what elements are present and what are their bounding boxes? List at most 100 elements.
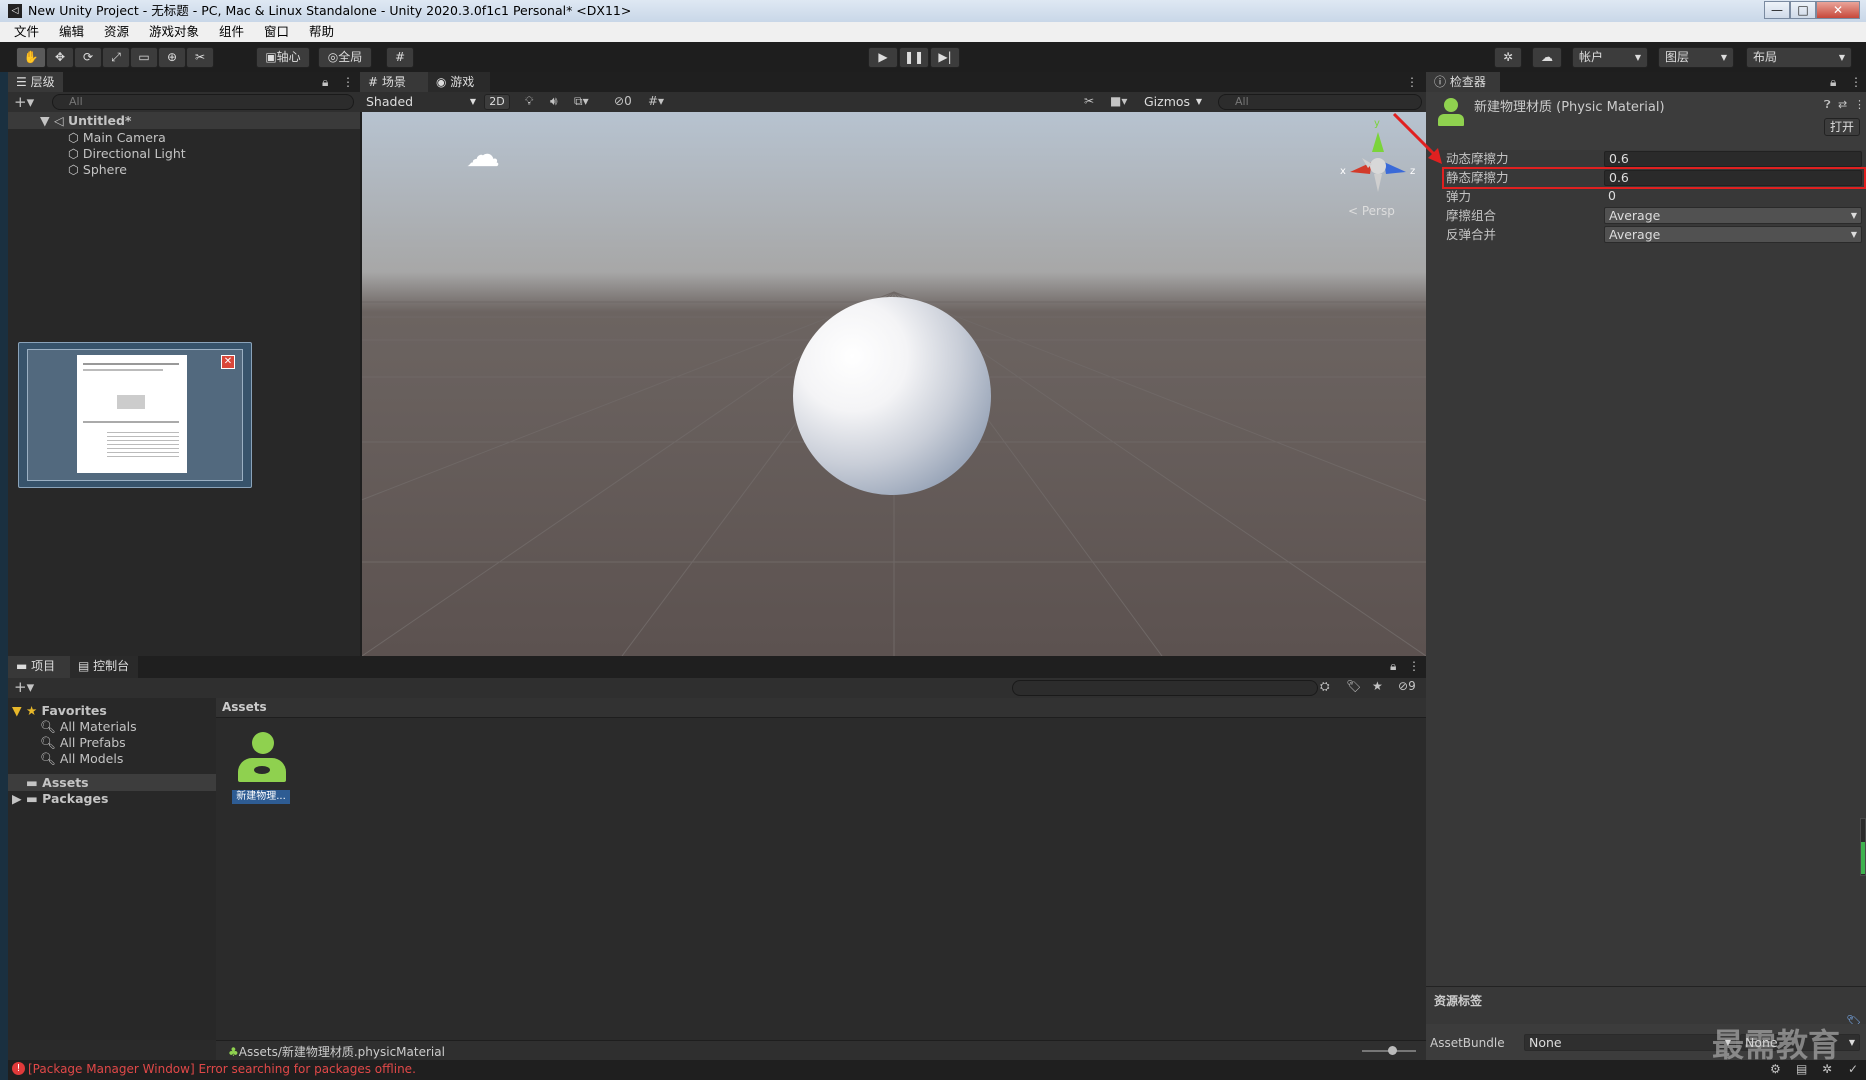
hierarchy-item[interactable]: ⬡ Main Camera <box>68 129 166 146</box>
slider-handle[interactable] <box>1388 1046 1397 1055</box>
kebab-menu-icon[interactable]: ⋮ <box>1850 72 1862 92</box>
inspector-header: 新建物理材质 (Physic Material) ❓︎ ⇄ ⋮ 打开 <box>1426 92 1866 150</box>
layers-dropdown[interactable]: 图层 ▼ <box>1658 47 1734 68</box>
tab-scene[interactable]: # 场景 <box>360 72 428 92</box>
scene-row[interactable]: ▼ ◁ Untitled* <box>8 112 360 129</box>
error-message[interactable]: [Package Manager Window] Error searching… <box>28 1062 416 1076</box>
move-tool-icon[interactable]: ✥ <box>46 47 74 68</box>
help-icon[interactable]: ❓︎ <box>1824 98 1831 112</box>
minimize-button[interactable]: — <box>1764 1 1790 19</box>
check-icon[interactable]: ✓ <box>1848 1062 1858 1076</box>
cloud-icon[interactable]: ☁ <box>1532 47 1562 68</box>
lock-icon[interactable]: 🔒︎ <box>1830 72 1836 92</box>
list-icon: ☰ <box>16 75 31 89</box>
kebab-menu-icon[interactable]: ⋮ <box>1408 656 1420 676</box>
scene-search-input[interactable]: All <box>1218 94 1422 110</box>
preview-line <box>83 421 179 423</box>
menu-help[interactable]: 帮助 <box>309 24 334 39</box>
favorite-star-icon[interactable]: ★ <box>1372 679 1383 693</box>
close-button[interactable]: ✕ <box>1816 1 1860 19</box>
inspector-tabstrip: ⓘ 检查器 🔒︎ ⋮ <box>1426 72 1866 92</box>
menu-gameobject[interactable]: 游戏对象 <box>149 24 199 39</box>
filter-type-icon[interactable]: ⛭ <box>1320 679 1330 694</box>
favorite-item[interactable]: 🔍︎ All Models <box>40 750 123 767</box>
dynamic-friction-field[interactable]: 0.6 <box>1604 151 1862 167</box>
menu-edit[interactable]: 编辑 <box>59 24 84 39</box>
tab-hierarchy[interactable]: ☰ 层级 <box>8 72 63 92</box>
pause-button[interactable]: ❚❚ <box>899 47 929 68</box>
menu-component[interactable]: 组件 <box>219 24 244 39</box>
layout-dropdown[interactable]: 布局 ▼ <box>1746 47 1852 68</box>
close-icon[interactable]: ✕ <box>221 355 235 369</box>
perspective-label[interactable]: < Persp <box>1348 204 1395 218</box>
maximize-button[interactable]: □ <box>1790 1 1816 19</box>
scrollbar-thumb[interactable] <box>1861 842 1865 874</box>
scene-tabstrip: # 场景 ◉ 游戏 ⋮ <box>360 72 1426 92</box>
document-preview <box>77 355 187 473</box>
project-search-input[interactable] <box>1012 680 1318 696</box>
rect-tool-icon[interactable]: ▭ <box>130 47 158 68</box>
hand-tool-icon[interactable]: ✋ <box>16 47 46 68</box>
favorite-item[interactable]: 🔍︎ All Materials <box>40 718 137 735</box>
collab-icon[interactable]: ✲ <box>1494 47 1522 68</box>
static-friction-field[interactable]: 0.6 <box>1604 170 1862 186</box>
menu-assets[interactable]: 资源 <box>104 24 129 39</box>
transform-tool-icon[interactable]: ⊕ <box>158 47 186 68</box>
grid-snap-icon[interactable]: # <box>386 47 414 68</box>
tab-console[interactable]: ▤ 控制台 <box>70 656 138 678</box>
step-button[interactable]: ▶| <box>930 47 960 68</box>
folder-assets[interactable]: ▬ Assets <box>8 774 216 791</box>
hidden-packages-icon[interactable]: ⊘9 <box>1398 679 1416 693</box>
hierarchy-search-input[interactable]: All <box>52 94 354 110</box>
kebab-menu-icon[interactable]: ⋮ <box>1406 72 1418 92</box>
directional-light-icon[interactable]: ☁ <box>466 138 500 172</box>
mode-2d-toggle[interactable]: 2D <box>484 94 510 110</box>
audio-icon[interactable]: 🔊︎ <box>550 94 558 109</box>
preview-image <box>117 395 145 409</box>
custom-tool-icon[interactable]: ✂ <box>186 47 214 68</box>
add-icon[interactable]: +▾ <box>14 678 34 696</box>
assetbundle-dropdown[interactable]: None <box>1524 1034 1736 1051</box>
scene-viewport[interactable]: ☁ y x z < Persp <box>362 112 1426 656</box>
grid-toggle-icon[interactable]: #▾ <box>648 94 664 108</box>
shading-mode-dropdown[interactable]: Shaded <box>362 94 480 111</box>
favorites-header[interactable]: ▼ ★ Favorites <box>12 702 107 719</box>
account-dropdown[interactable]: 帐户 ▼ <box>1572 47 1648 68</box>
rotate-tool-icon[interactable]: ⟳ <box>74 47 102 68</box>
lighting-icon[interactable]: 💡︎ <box>525 94 533 109</box>
kebab-menu-icon[interactable]: ⋮ <box>342 72 354 92</box>
bounce-combine-dropdown[interactable]: Average <box>1604 226 1862 243</box>
add-icon[interactable]: +▾ <box>14 93 34 111</box>
lock-icon[interactable]: 🔒︎ <box>322 72 328 92</box>
favorite-item[interactable]: 🔍︎ All Prefabs <box>40 734 126 751</box>
tools-icon[interactable]: ✂ <box>1084 94 1094 108</box>
bounciness-field[interactable]: 0 <box>1604 189 1862 205</box>
play-button[interactable]: ▶ <box>868 47 898 68</box>
menu-window[interactable]: 窗口 <box>264 24 289 39</box>
tab-game[interactable]: ◉ 游戏 <box>428 72 490 92</box>
tab-project[interactable]: ▬ 项目 <box>8 656 70 678</box>
lock-icon[interactable]: 🔒︎ <box>1390 656 1396 676</box>
preset-icon[interactable]: ⇄ <box>1838 98 1847 111</box>
search-icon: 🔍︎ <box>40 751 60 766</box>
asset-item[interactable]: 新建物理... <box>230 728 292 806</box>
scale-tool-icon[interactable]: ⤢ <box>102 47 130 68</box>
hierarchy-item[interactable]: ⬡ Sphere <box>68 161 127 178</box>
menu-file[interactable]: 文件 <box>14 24 39 39</box>
taskbar-thumbnail[interactable]: ✕ <box>18 342 252 488</box>
filter-label-icon[interactable]: 🏷︎ <box>1346 679 1361 693</box>
kebab-menu-icon[interactable]: ⋮ <box>1854 98 1865 111</box>
gizmos-dropdown[interactable]: Gizmos <box>1140 94 1206 111</box>
hierarchy-item[interactable]: ⬡ Directional Light <box>68 145 186 162</box>
sphere-object[interactable] <box>793 297 991 495</box>
tab-inspector[interactable]: ⓘ 检查器 <box>1426 72 1500 92</box>
camera-icon[interactable]: ■▾ <box>1110 94 1127 108</box>
global-toggle[interactable]: ◎全局 <box>318 47 372 68</box>
effects-icon[interactable]: ⧉▾ <box>574 94 589 109</box>
pivot-toggle[interactable]: ▣轴心 <box>256 47 310 68</box>
divider <box>1426 986 1866 987</box>
folder-packages[interactable]: ▶ ▬ Packages <box>12 790 108 807</box>
hidden-objects-icon[interactable]: ⊘0 <box>614 94 632 108</box>
friction-combine-dropdown[interactable]: Average <box>1604 207 1862 224</box>
open-button[interactable]: 打开 <box>1824 118 1860 136</box>
